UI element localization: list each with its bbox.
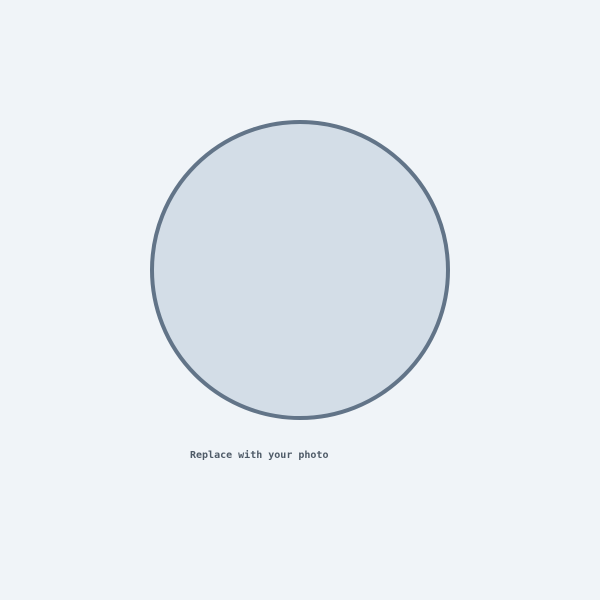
photo-placeholder-circle[interactable] <box>150 120 450 420</box>
photo-placeholder-canvas: Replace with your photo <box>0 0 600 600</box>
photo-placeholder-caption: Replace with your photo <box>190 450 329 461</box>
